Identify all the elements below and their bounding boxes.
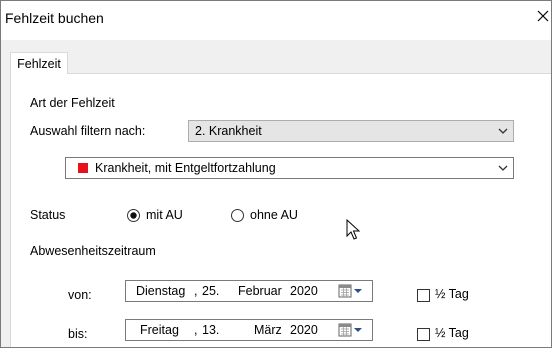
chevron-down-icon xyxy=(498,128,508,134)
radio-mit-au[interactable] xyxy=(127,209,140,222)
to-weekday: Freitag xyxy=(140,323,179,337)
to-half-day-checkbox[interactable] xyxy=(417,328,430,341)
dialog-client: Fehlzeit Art der Fehlzeit Auswahl filter… xyxy=(1,40,551,347)
to-month: März xyxy=(254,323,282,337)
from-month: Februar xyxy=(238,284,282,298)
section-heading-art: Art der Fehlzeit xyxy=(30,96,115,110)
absence-type-dropdown[interactable]: Krankheit, mit Entgeltfortzahlung xyxy=(65,157,514,179)
radio-ohne-au[interactable] xyxy=(231,209,244,222)
close-button[interactable] xyxy=(535,5,551,27)
filter-dropdown[interactable]: 2. Krankheit xyxy=(188,120,514,142)
chevron-down-icon xyxy=(498,165,508,171)
calendar-dropdown-icon[interactable] xyxy=(338,284,364,298)
to-label: bis: xyxy=(68,327,88,341)
tab-fehlzeit[interactable]: Fehlzeit xyxy=(10,52,68,74)
from-year: 2020 xyxy=(290,284,318,298)
from-half-day-checkbox[interactable] xyxy=(417,289,430,302)
from-day: 25. xyxy=(202,284,220,298)
calendar-dropdown-icon[interactable] xyxy=(338,323,364,337)
window-title: Fehlzeit buchen xyxy=(5,10,104,26)
from-date-picker[interactable]: Dienstag , 25. Februar 2020 xyxy=(125,280,373,302)
tab-label: Fehlzeit xyxy=(17,56,61,71)
tab-panel-fehlzeit: Art der Fehlzeit Auswahl filtern nach: 2… xyxy=(10,73,551,347)
filter-dropdown-value: 2. Krankheit xyxy=(195,124,262,138)
dialog-window: Fehlzeit buchen Fehlzeit Art der Fehlzei… xyxy=(0,0,552,348)
absence-type-value: Krankheit, mit Entgeltfortzahlung xyxy=(95,161,276,175)
close-icon xyxy=(537,10,549,22)
title-bar: Fehlzeit buchen xyxy=(1,1,551,39)
from-half-day-label: ½ Tag xyxy=(435,287,469,301)
to-separator: , xyxy=(194,323,198,337)
from-separator: , xyxy=(194,284,198,298)
to-date-picker[interactable]: Freitag , 13. März 2020 xyxy=(125,319,373,341)
to-day: 13. xyxy=(202,323,220,337)
radio-mit-au-label: mit AU xyxy=(146,208,183,222)
period-heading: Abwesenheitszeitraum xyxy=(30,244,156,258)
to-year: 2020 xyxy=(290,323,318,337)
from-label: von: xyxy=(68,288,92,302)
mouse-cursor-icon xyxy=(346,219,361,240)
absence-type-color-swatch xyxy=(78,163,88,173)
to-half-day-label: ½ Tag xyxy=(435,326,469,340)
status-label: Status xyxy=(30,208,66,222)
radio-ohne-au-label: ohne AU xyxy=(250,208,298,222)
from-weekday: Dienstag xyxy=(136,284,186,298)
filter-label: Auswahl filtern nach: xyxy=(30,124,146,138)
